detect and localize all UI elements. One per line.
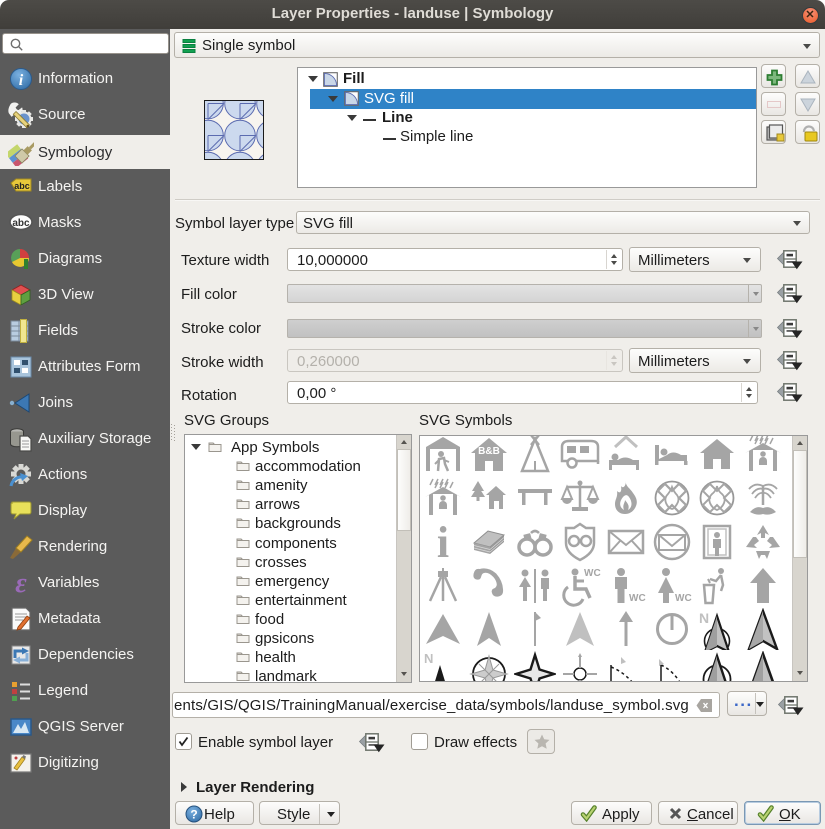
svg-text:WC: WC [584, 568, 601, 579]
svg-text:B&B: B&B [478, 446, 500, 457]
svg-text:N: N [699, 610, 709, 626]
svg-text:N: N [424, 651, 433, 666]
svg-text:?: ? [190, 808, 197, 822]
svg-text:WC: WC [675, 593, 692, 604]
svg-text:abc: abc [14, 181, 30, 191]
svg-text:WC: WC [629, 593, 646, 604]
svg-text:abc: abc [12, 218, 30, 229]
svg-text:i: i [437, 521, 449, 563]
svg-text:i: i [19, 72, 24, 89]
svg-text:ε: ε [15, 570, 27, 596]
